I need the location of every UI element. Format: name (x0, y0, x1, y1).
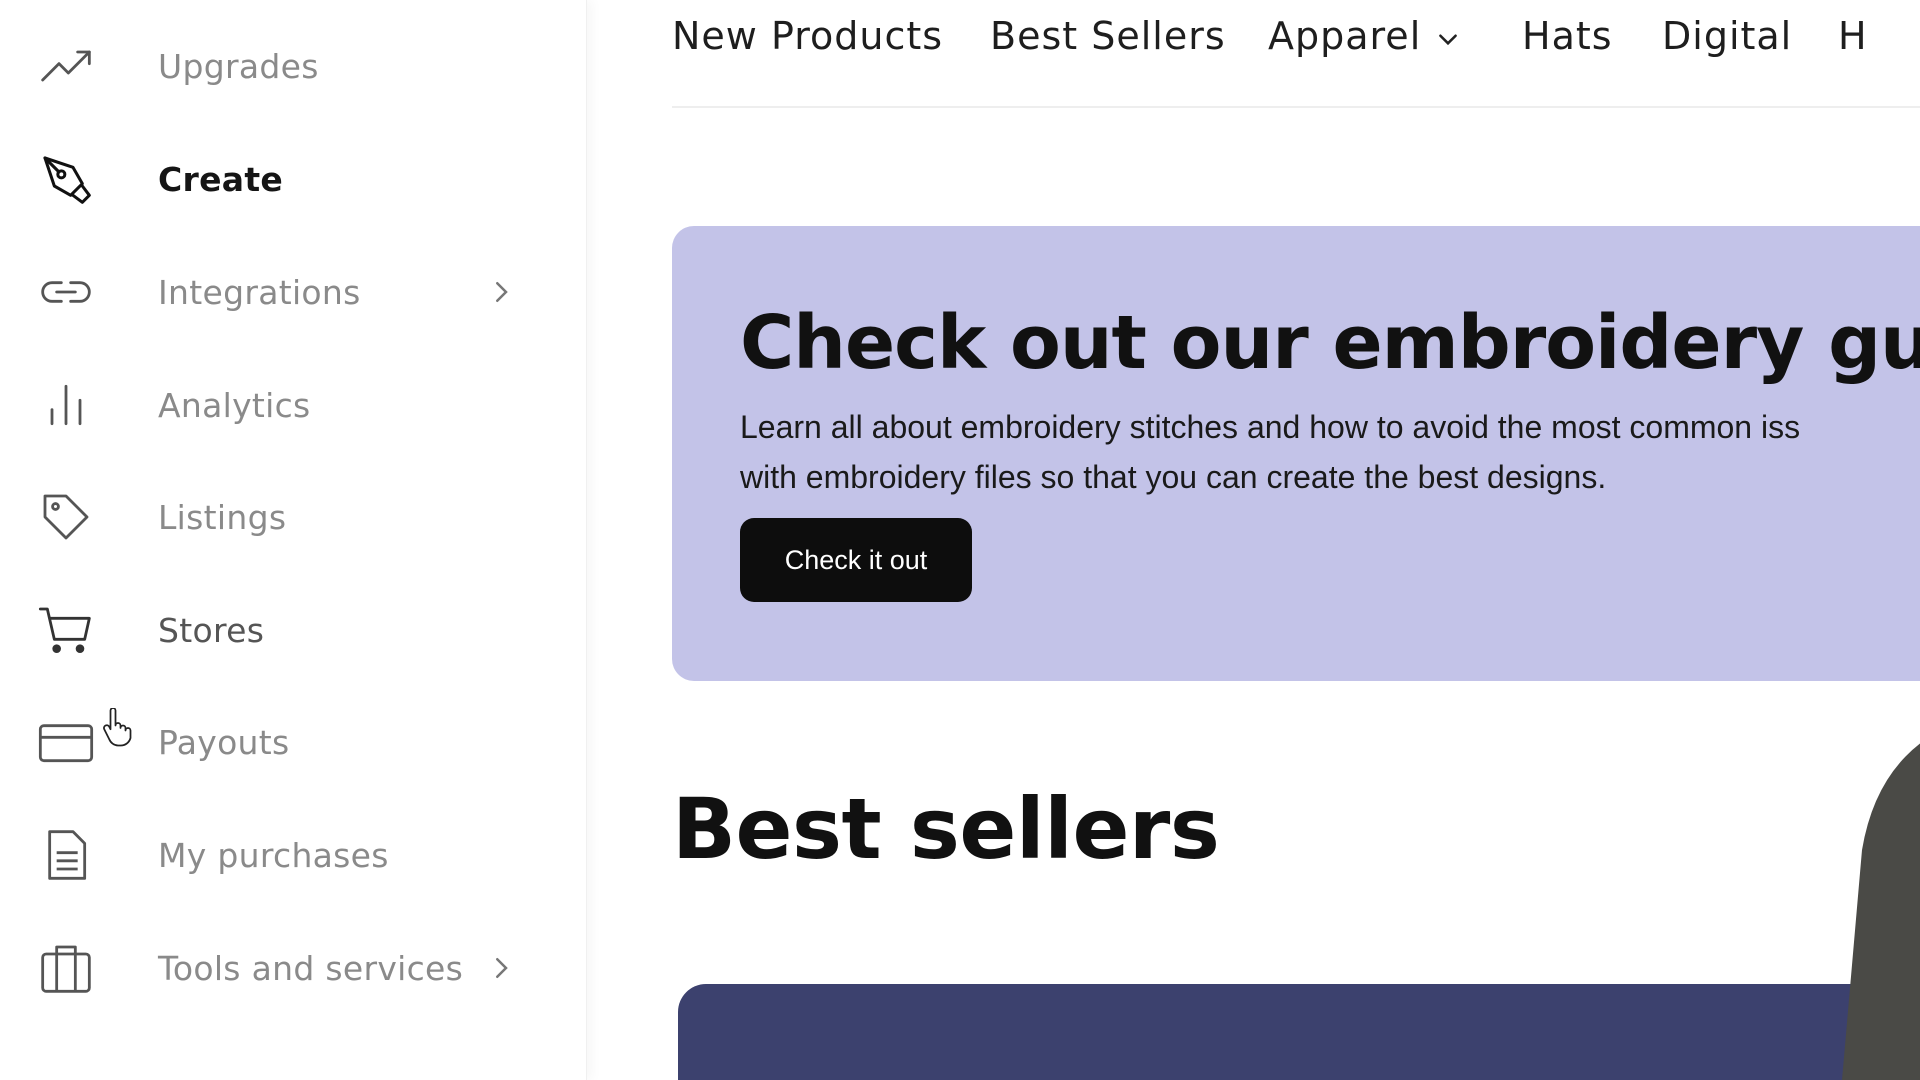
nav-item-truncated[interactable]: H (1838, 14, 1868, 58)
chevron-right-icon (496, 958, 508, 978)
sidebar-item-label: Listings (158, 497, 287, 537)
category-nav: New Products Best Sellers Apparel Hats D… (672, 0, 1920, 108)
nav-item-hats[interactable]: Hats (1522, 14, 1613, 58)
banner-description-line: Learn all about embroidery stitches and … (740, 409, 1801, 445)
sidebar-item-label: Payouts (158, 722, 290, 762)
sidebar-item-tools-and-services[interactable]: Tools and services (36, 928, 516, 1008)
sidebar-item-label: Upgrades (158, 46, 319, 86)
bar-chart-icon (36, 375, 96, 435)
sidebar-item-label: Analytics (158, 385, 311, 425)
sidebar-item-upgrades[interactable]: Upgrades (36, 26, 516, 106)
main-content: New Products Best Sellers Apparel Hats D… (586, 0, 1920, 1080)
banner-title: Check out our embroidery guide! (740, 300, 1920, 386)
cart-icon (36, 600, 96, 660)
sidebar-item-create[interactable]: Create (36, 139, 516, 219)
nav-item-label: Apparel (1268, 14, 1422, 58)
sidebar-item-label: My purchases (158, 835, 389, 875)
sidebar-item-integrations[interactable]: Integrations (36, 252, 516, 332)
pen-tool-icon (36, 149, 96, 209)
check-it-out-button[interactable]: Check it out (740, 518, 972, 602)
sidebar-item-label: Create (158, 159, 284, 199)
link-icon (36, 262, 96, 322)
trending-up-icon (36, 36, 96, 96)
nav-item-digital[interactable]: Digital (1662, 14, 1792, 58)
sidebar-item-label: Stores (158, 610, 265, 650)
sidebar-item-my-purchases[interactable]: My purchases (36, 815, 516, 895)
tag-icon (36, 487, 96, 547)
document-icon (36, 825, 96, 885)
chevron-down-icon (1439, 33, 1458, 45)
nav-item-best-sellers[interactable]: Best Sellers (990, 14, 1226, 58)
banner-description: Learn all about embroidery stitches and … (740, 402, 1920, 502)
sidebar-item-payouts[interactable]: Payouts (36, 702, 516, 782)
nav-item-apparel[interactable]: Apparel (1268, 14, 1461, 58)
chevron-right-icon (496, 282, 508, 302)
sidebar-item-stores[interactable]: Stores (36, 590, 516, 670)
sidebar-item-label: Integrations (158, 272, 361, 312)
best-sellers-heading: Best sellers (672, 780, 1220, 878)
presenter-video-overlay (1842, 743, 1920, 1080)
sidebar-item-analytics[interactable]: Analytics (36, 365, 516, 445)
sidebar: Upgrades Create Integrations Analytics L… (0, 0, 587, 1080)
briefcase-icon (36, 938, 96, 998)
nav-item-new-products[interactable]: New Products (672, 14, 943, 58)
banner-description-line: with embroidery files so that you can cr… (740, 459, 1607, 495)
credit-card-icon (36, 712, 96, 772)
embroidery-guide-banner: Check out our embroidery guide! Learn al… (672, 226, 1920, 681)
product-card[interactable] (678, 984, 1920, 1080)
sidebar-item-listings[interactable]: Listings (36, 477, 516, 557)
sidebar-item-label: Tools and services (158, 948, 464, 988)
